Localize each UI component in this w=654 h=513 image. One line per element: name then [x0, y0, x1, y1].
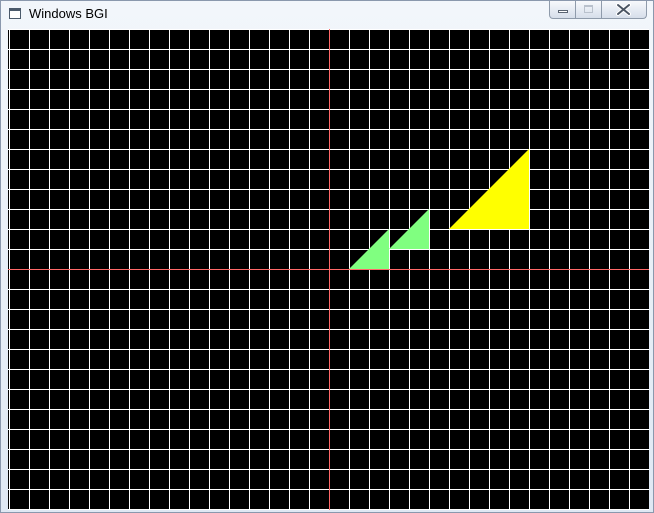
bgi-canvas[interactable] — [8, 29, 649, 510]
window-title: Windows BGI — [29, 6, 108, 21]
axes — [8, 29, 649, 510]
minimize-button[interactable] — [549, 1, 576, 19]
title-bar[interactable]: Windows BGI — [1, 1, 653, 28]
close-icon — [616, 3, 631, 16]
minimize-icon — [558, 10, 568, 13]
window-app-icon[interactable] — [9, 8, 21, 19]
bgi-window: Windows BGI — [0, 0, 654, 513]
maximize-icon — [584, 5, 593, 13]
drawing-surface — [8, 29, 649, 510]
close-button[interactable] — [602, 1, 647, 19]
maximize-button[interactable] — [576, 1, 602, 19]
